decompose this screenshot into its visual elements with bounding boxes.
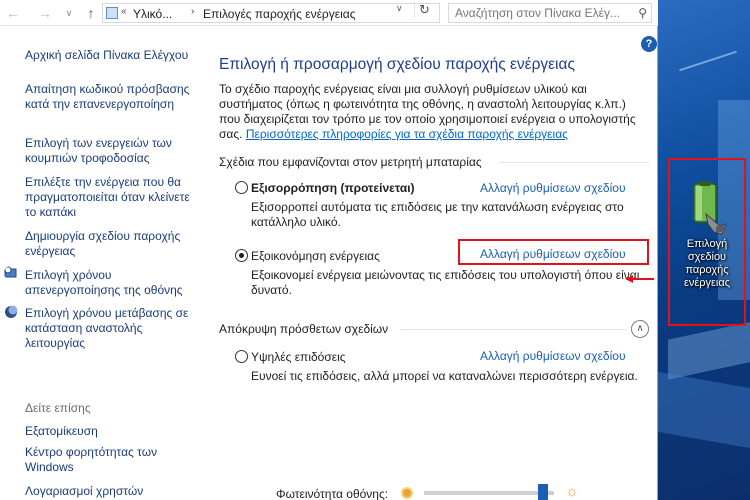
- plan-name-power-saver[interactable]: Εξοικονόμηση ενέργειας: [251, 249, 380, 263]
- hidden-plans-heading: Απόκρυψη πρόσθετων σχεδίων: [219, 322, 389, 336]
- control-panel-icon: [106, 7, 118, 19]
- plan-name-high-performance[interactable]: Υψηλές επιδόσεις: [251, 350, 346, 364]
- section-divider: [401, 329, 627, 330]
- address-bar: ← → ∨ ↑ « Υλικό... › Επιλογές παροχής εν…: [0, 0, 658, 26]
- intro-text: Το σχέδιο παροχής ενέργειας είναι μια συ…: [219, 82, 649, 142]
- up-arrow-icon[interactable]: ↑: [82, 4, 100, 22]
- moon-icon: [5, 305, 18, 318]
- sidebar-item-mobility-center[interactable]: Κέντρο φορητότητας των Windows: [25, 445, 200, 475]
- sidebar-item-user-accounts[interactable]: Λογαριασμοί χρηστών: [25, 484, 200, 499]
- sidebar-item-sleep[interactable]: Επιλογή χρόνου μετάβασης σε κατάσταση αν…: [25, 306, 200, 351]
- page-title: Επιλογή ή προσαρμογή σχεδίου παροχής ενέ…: [219, 56, 575, 73]
- more-info-link[interactable]: Περισσότερες πληροφορίες για τα σχέδια π…: [246, 127, 568, 141]
- plan-name-balanced[interactable]: Εξισορρόπηση (προτείνεται): [251, 181, 415, 195]
- sidebar-item-personalization[interactable]: Εξατομίκευση: [25, 424, 200, 439]
- history-chevron-icon[interactable]: ∨: [60, 4, 78, 22]
- change-plan-settings-link-high-performance[interactable]: Αλλαγή ρυθμίσεων σχεδίου: [480, 349, 626, 363]
- forward-arrow-icon[interactable]: →: [36, 4, 54, 22]
- sidebar-item-lid-close[interactable]: Επιλέξτε την ενέργεια που θα πραγματοποι…: [25, 175, 200, 220]
- control-panel-window: ← → ∨ ↑ « Υλικό... › Επιλογές παροχής εν…: [0, 0, 658, 500]
- light-beam: [679, 50, 737, 72]
- see-also-heading: Δείτε επίσης: [25, 401, 91, 415]
- brightness-slider[interactable]: [424, 491, 554, 495]
- back-arrow-icon[interactable]: ←: [4, 4, 22, 22]
- plan-desc-high-performance: Ευνοεί τις επιδόσεις, αλλά μπορεί να κατ…: [251, 369, 638, 383]
- search-input[interactable]: [449, 4, 633, 22]
- overflow-chevron-icon[interactable]: «: [121, 6, 127, 17]
- brightness-label: Φωτεινότητα οθόνης:: [276, 487, 389, 500]
- light-beam: [668, 320, 750, 380]
- highlight-box: [458, 239, 649, 265]
- breadcrumb-separator-icon[interactable]: ›: [191, 6, 194, 17]
- plan-desc-power-saver: Εξοικονομεί ενέργεια μειώνοντας τις επιδ…: [251, 268, 640, 297]
- sidebar: Αρχική σελίδα Πίνακα Ελέγχου Απαίτηση κω…: [0, 27, 205, 500]
- section-divider: [500, 162, 649, 163]
- change-plan-settings-link-balanced[interactable]: Αλλαγή ρυθμίσεων σχεδίου: [480, 181, 626, 195]
- brightness-slider-thumb[interactable]: [538, 484, 548, 500]
- breadcrumb-power-options[interactable]: Επιλογές παροχής ενέργειας: [203, 7, 355, 21]
- path-dropdown-icon[interactable]: ∨: [396, 3, 403, 14]
- display-clock-icon: [4, 266, 17, 278]
- search-icon[interactable]: ⚲: [638, 6, 647, 20]
- radio-power-saver[interactable]: [235, 249, 248, 262]
- desktop-shortcut-label: Επιλογή σχεδίου παροχής ενέργειας: [683, 238, 731, 289]
- sidebar-item-power-buttons[interactable]: Επιλογή των ενεργειών των κουμπιών τροφο…: [25, 136, 200, 166]
- search-field[interactable]: ⚲: [448, 3, 652, 23]
- plan-desc-balanced: Εξισορροπεί αυτόματα τις επιδόσεις με τη…: [251, 200, 624, 229]
- sidebar-item-require-password[interactable]: Απαίτηση κωδικού πρόσβασης κατά την επαν…: [25, 82, 200, 112]
- sidebar-item-control-panel-home[interactable]: Αρχική σελίδα Πίνακα Ελέγχου: [25, 48, 200, 63]
- collapse-chevron-icon[interactable]: ∧: [631, 320, 649, 338]
- battery-plug-icon: [693, 181, 727, 235]
- refresh-icon[interactable]: ↻: [414, 2, 434, 18]
- sidebar-item-create-plan[interactable]: Δημιουργία σχεδίου παροχής ενέργειας: [25, 229, 200, 259]
- radio-high-performance[interactable]: [235, 350, 248, 363]
- highlight-arrow: [632, 278, 654, 280]
- battery-plans-heading: Σχέδια που εμφανίζονται στον μετρητή μπα…: [219, 155, 482, 169]
- brightness-low-icon: [401, 487, 413, 499]
- highlight-arrow-head: [625, 275, 633, 283]
- light-beam: [658, 371, 750, 449]
- brightness-high-icon: ☼: [565, 483, 579, 500]
- sidebar-item-display-off[interactable]: Επιλογή χρόνου απενεργοποίησης της οθόνη…: [25, 268, 200, 298]
- breadcrumb[interactable]: « Υλικό... › Επιλογές παροχής ενέργειας: [102, 3, 440, 23]
- breadcrumb-hardware[interactable]: Υλικό...: [133, 7, 172, 21]
- desktop-shortcut-power-plan[interactable]: Επιλογή σχεδίου παροχής ενέργειας: [668, 158, 746, 326]
- help-icon[interactable]: ?: [641, 36, 657, 52]
- radio-balanced[interactable]: [235, 181, 248, 194]
